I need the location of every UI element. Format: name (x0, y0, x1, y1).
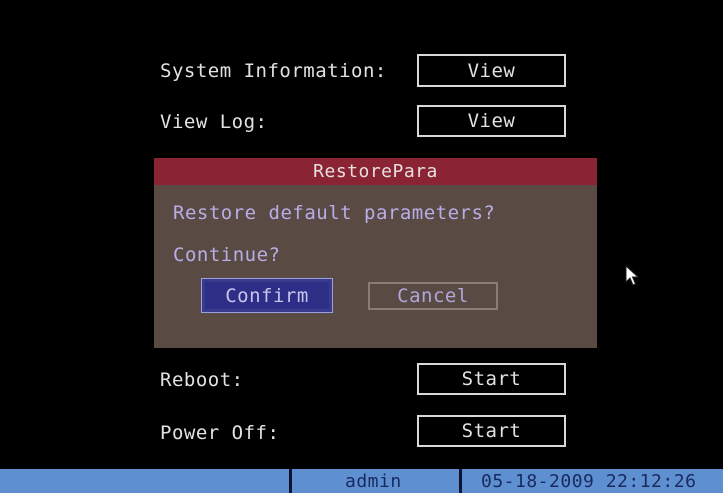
power-off-label: Power Off: (160, 422, 280, 444)
system-information-label: System Information: (160, 60, 387, 82)
status-divider (289, 469, 292, 493)
system-information-view-button[interactable]: View (417, 54, 566, 87)
mouse-pointer-icon (625, 265, 640, 286)
dialog-message: Restore default parameters? (173, 202, 496, 224)
dialog-title: RestorePara (154, 158, 597, 185)
view-log-view-button[interactable]: View (417, 105, 566, 137)
dvr-menu-screen: System Information: View View Log: View … (0, 0, 723, 493)
reboot-label: Reboot: (160, 369, 244, 391)
power-off-start-button[interactable]: Start (417, 415, 566, 447)
status-divider (459, 469, 462, 493)
cancel-button[interactable]: Cancel (368, 282, 498, 310)
restore-dialog: Restore default parameters? Continue? Co… (154, 185, 597, 348)
reboot-start-button[interactable]: Start (417, 363, 566, 395)
status-user: admin (345, 470, 402, 492)
status-datetime: 05-18-2009 22:12:26 (481, 470, 697, 492)
confirm-button[interactable]: Confirm (201, 278, 333, 313)
view-log-label: View Log: (160, 111, 268, 133)
dialog-prompt: Continue? (173, 244, 281, 266)
status-bar: admin 05-18-2009 22:12:26 (0, 469, 723, 493)
